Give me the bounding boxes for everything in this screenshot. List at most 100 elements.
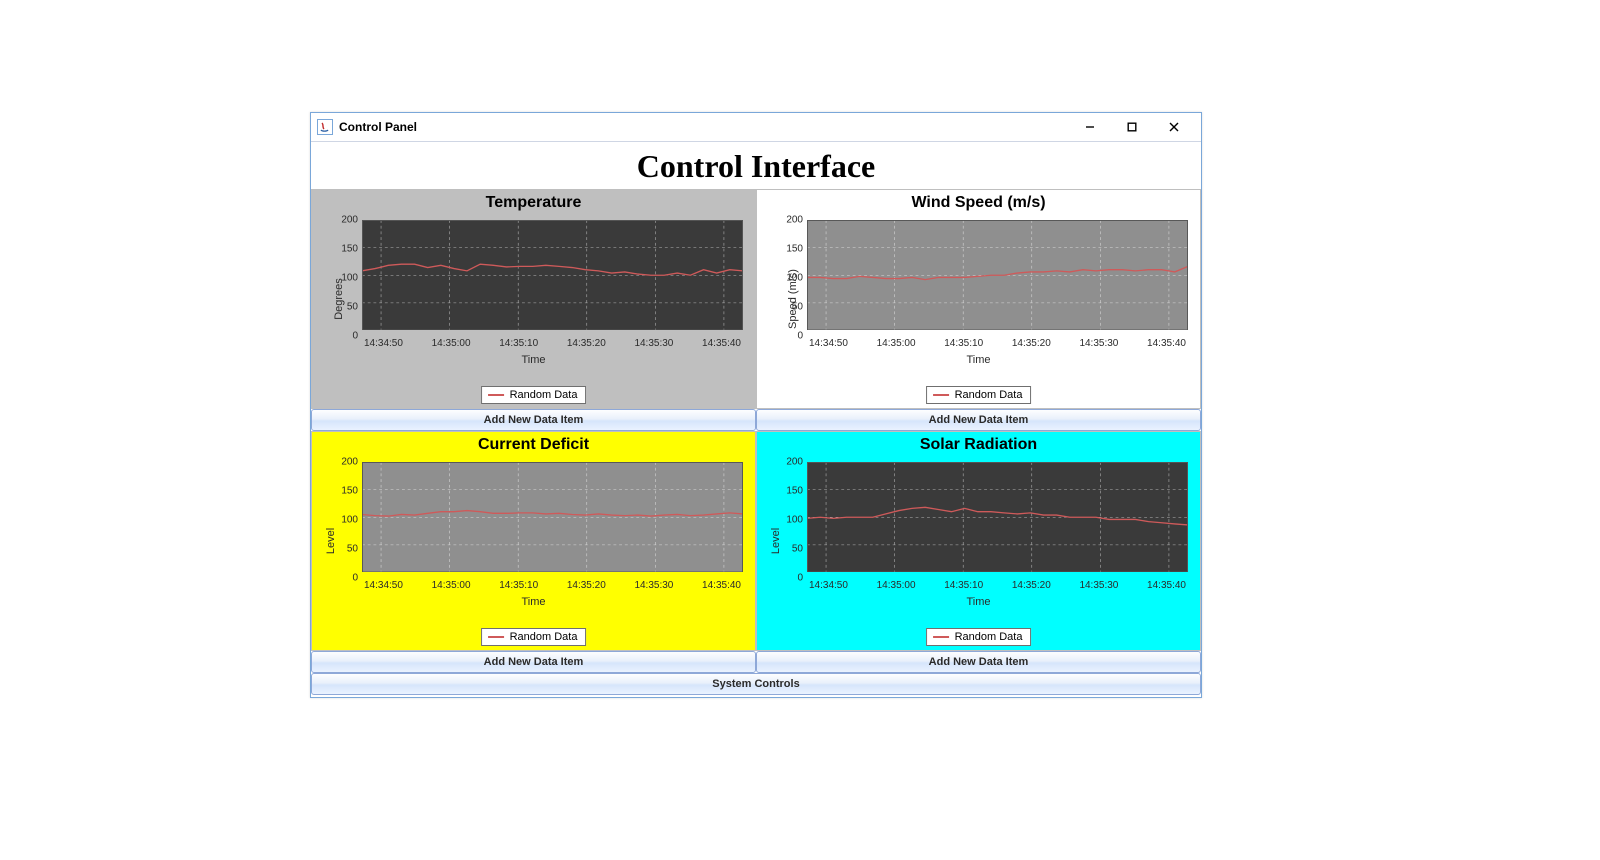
- titlebar: Control Panel: [311, 113, 1201, 142]
- chart-title: Wind Speed (m/s): [757, 190, 1200, 214]
- ytick-label: 50: [330, 302, 358, 313]
- ytick-label: 50: [775, 544, 803, 555]
- chart-title: Temperature: [312, 190, 755, 214]
- ytick-label: 0: [775, 331, 803, 342]
- ytick-label: 100: [775, 273, 803, 284]
- legend-swatch-icon: [488, 636, 504, 638]
- chart-panel-current-deficit: Current Deficit Level 050100150200 14:34…: [311, 431, 756, 651]
- button-cell: Add New Data Item: [756, 651, 1201, 673]
- window-maximize-button[interactable]: [1111, 113, 1153, 141]
- xtick-label: 14:34:50: [809, 580, 848, 591]
- xtick-label: 14:35:30: [634, 338, 673, 349]
- chart-yticks: 050100150200: [330, 218, 360, 338]
- xtick-label: 14:35:00: [877, 338, 916, 349]
- legend-label: Random Data: [510, 389, 578, 401]
- ytick-label: 200: [775, 215, 803, 226]
- ytick-label: 50: [775, 302, 803, 313]
- window-close-button[interactable]: [1153, 113, 1195, 141]
- add-data-button-deficit[interactable]: Add New Data Item: [311, 651, 756, 673]
- ytick-label: 150: [775, 244, 803, 255]
- content-area: Control Interface Temperature Degrees 05…: [311, 148, 1201, 697]
- xtick-label: 14:35:00: [432, 580, 471, 591]
- ytick-label: 150: [330, 244, 358, 255]
- ytick-label: 200: [330, 215, 358, 226]
- ytick-label: 0: [775, 573, 803, 584]
- chart-svg: [807, 462, 1188, 572]
- ytick-label: 150: [330, 486, 358, 497]
- add-data-button-wind[interactable]: Add New Data Item: [756, 409, 1201, 431]
- xtick-label: 14:34:50: [809, 338, 848, 349]
- xtick-label: 14:35:30: [1079, 338, 1118, 349]
- chart-legend: Random Data: [926, 628, 1032, 646]
- add-data-button-temperature[interactable]: Add New Data Item: [311, 409, 756, 431]
- xtick-label: 14:35:30: [1079, 580, 1118, 591]
- chart-legend: Random Data: [481, 386, 587, 404]
- chart-xticks: 14:34:50 14:35:00 14:35:10 14:35:20 14:35:30…: [362, 580, 743, 591]
- xtick-label: 14:35:10: [944, 580, 983, 591]
- xtick-label: 14:35:20: [1012, 338, 1051, 349]
- xtick-label: 14:35:40: [1147, 580, 1186, 591]
- plot-area: [362, 462, 743, 578]
- legend-label: Random Data: [955, 631, 1023, 643]
- chart-yticks: 050100150200: [775, 460, 805, 580]
- window-title: Control Panel: [339, 120, 417, 134]
- ytick-label: 100: [775, 515, 803, 526]
- chart-xticks: 14:34:50 14:35:00 14:35:10 14:35:20 14:35:30…: [807, 338, 1188, 349]
- chart-xlabel: Time: [757, 354, 1200, 366]
- xtick-label: 14:35:30: [634, 580, 673, 591]
- chart-yticks: 050100150200: [330, 460, 360, 580]
- java-icon: [317, 119, 333, 135]
- xtick-label: 14:35:20: [567, 338, 606, 349]
- ytick-label: 200: [775, 457, 803, 468]
- ytick-label: 100: [330, 515, 358, 526]
- system-controls-row: System Controls: [311, 673, 1201, 697]
- chart-xlabel: Time: [312, 596, 755, 608]
- system-controls-button[interactable]: System Controls: [311, 673, 1201, 695]
- legend-label: Random Data: [955, 389, 1023, 401]
- xtick-label: 14:35:00: [432, 338, 471, 349]
- chart-svg: [807, 220, 1188, 330]
- ytick-label: 50: [330, 544, 358, 555]
- chart-svg: [362, 462, 743, 572]
- xtick-label: 14:35:40: [1147, 338, 1186, 349]
- legend-swatch-icon: [933, 636, 949, 638]
- legend-swatch-icon: [488, 394, 504, 396]
- chart-panel-wind-speed: Wind Speed (m/s) Speed (m/s) 05010015020…: [756, 189, 1201, 409]
- chart-xlabel: Time: [757, 596, 1200, 608]
- xtick-label: 14:34:50: [364, 338, 403, 349]
- window-minimize-button[interactable]: [1069, 113, 1111, 141]
- button-cell: Add New Data Item: [311, 409, 756, 431]
- app-window: Control Panel Control Interface Temperat…: [310, 112, 1202, 698]
- button-cell: Add New Data Item: [311, 651, 756, 673]
- legend-label: Random Data: [510, 631, 578, 643]
- xtick-label: 14:35:00: [877, 580, 916, 591]
- add-data-button-solar[interactable]: Add New Data Item: [756, 651, 1201, 673]
- legend-swatch-icon: [933, 394, 949, 396]
- ytick-label: 0: [330, 573, 358, 584]
- chart-title: Current Deficit: [312, 432, 755, 456]
- chart-xticks: 14:34:50 14:35:00 14:35:10 14:35:20 14:35:30…: [362, 338, 743, 349]
- button-cell: Add New Data Item: [756, 409, 1201, 431]
- xtick-label: 14:35:10: [499, 580, 538, 591]
- chart-grid: Temperature Degrees 050100150200 14:34:5…: [311, 189, 1201, 697]
- chart-legend: Random Data: [481, 628, 587, 646]
- ytick-label: 150: [775, 486, 803, 497]
- plot-area: [807, 462, 1188, 578]
- chart-yticks: 050100150200: [775, 218, 805, 338]
- chart-xticks: 14:34:50 14:35:00 14:35:10 14:35:20 14:35:30…: [807, 580, 1188, 591]
- ytick-label: 100: [330, 273, 358, 284]
- xtick-label: 14:35:20: [567, 580, 606, 591]
- xtick-label: 14:35:10: [499, 338, 538, 349]
- page-title: Control Interface: [311, 148, 1201, 185]
- chart-panel-temperature: Temperature Degrees 050100150200 14:34:5…: [311, 189, 756, 409]
- xtick-label: 14:35:10: [944, 338, 983, 349]
- chart-panel-solar-radiation: Solar Radiation Level 050100150200 14:34…: [756, 431, 1201, 651]
- chart-svg: [362, 220, 743, 330]
- chart-title: Solar Radiation: [757, 432, 1200, 456]
- xtick-label: 14:35:40: [702, 580, 741, 591]
- chart-legend: Random Data: [926, 386, 1032, 404]
- plot-area: [362, 220, 743, 336]
- xtick-label: 14:35:20: [1012, 580, 1051, 591]
- ytick-label: 0: [330, 331, 358, 342]
- xtick-label: 14:34:50: [364, 580, 403, 591]
